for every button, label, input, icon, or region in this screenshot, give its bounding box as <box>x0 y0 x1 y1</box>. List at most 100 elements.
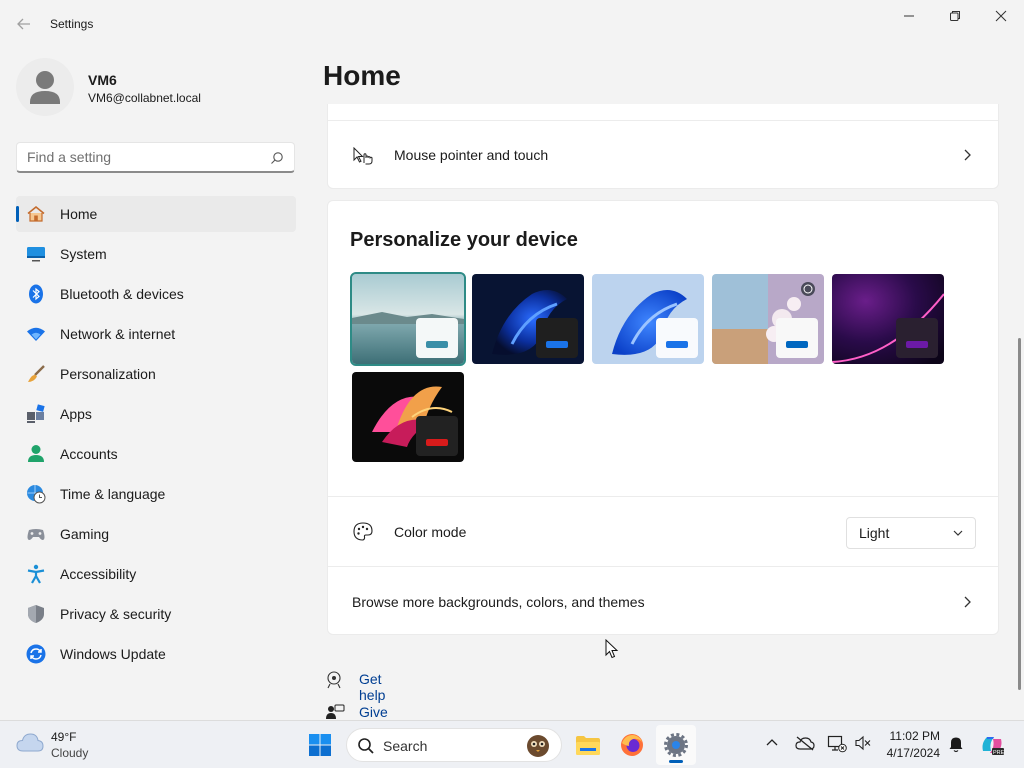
theme-window-preview <box>656 318 698 358</box>
brush-icon <box>28 365 45 382</box>
personalize-title: Personalize your device <box>350 229 578 251</box>
theme-thumbnail[interactable] <box>352 372 464 462</box>
get-help-label: Get help <box>359 671 386 703</box>
sidebar-item-privacy-security[interactable]: Privacy & security <box>16 596 296 632</box>
sidebar-item-label: Home <box>60 206 98 222</box>
theme-thumbnail[interactable] <box>712 274 824 364</box>
user-name: VM6 <box>88 72 117 88</box>
theme-accent-bar <box>906 341 928 348</box>
sidebar-item-bluetooth[interactable]: Bluetooth & devices <box>16 276 296 312</box>
search-input[interactable] <box>27 149 267 165</box>
chevron-up-icon <box>766 739 778 746</box>
sidebar-item-label: Network & internet <box>60 326 176 342</box>
sidebar-item-label: Accessibility <box>60 566 137 582</box>
sidebar-item-system[interactable]: System <box>16 236 296 272</box>
sidebar-item-personalization[interactable]: Personalization <box>16 356 296 392</box>
sidebar-item-label: Accounts <box>60 446 118 462</box>
color-mode-label: Color mode <box>394 524 467 540</box>
mouse-pointer-card: Mouse pointer and touch <box>327 104 999 189</box>
chevron-down-icon <box>953 530 963 536</box>
shield-icon <box>28 605 44 623</box>
search-icon <box>271 152 283 164</box>
sidebar-item-label: Gaming <box>60 526 110 542</box>
accessibility-icon <box>27 564 45 584</box>
show-hidden-icons-button[interactable] <box>764 735 780 754</box>
wifi-icon <box>27 327 45 341</box>
sidebar-item-apps[interactable]: Apps <box>16 396 296 432</box>
volume-status[interactable] <box>854 735 872 754</box>
mouse-pointer-touch-icon <box>353 147 373 165</box>
theme-thumbnail[interactable] <box>832 274 944 364</box>
taskbar-settings[interactable] <box>656 725 696 765</box>
start-button[interactable] <box>300 725 340 765</box>
title-bar: Settings <box>0 0 1024 48</box>
sidebar-item-gaming[interactable]: Gaming <box>16 516 296 552</box>
taskbar: 49°F Cloudy Search 11:02 PM 4/17/2024 PR… <box>0 720 1024 768</box>
update-icon <box>26 644 46 664</box>
network-status[interactable] <box>827 735 847 756</box>
taskbar-file-explorer[interactable] <box>568 725 608 765</box>
apps-icon <box>27 404 45 423</box>
browse-themes-label: Browse more backgrounds, colors, and the… <box>352 594 645 610</box>
close-button[interactable] <box>978 0 1024 32</box>
system-icon <box>27 247 45 262</box>
sidebar-item-label: Apps <box>60 406 92 422</box>
user-icon <box>30 71 60 104</box>
restore-icon <box>950 11 960 21</box>
minimize-button[interactable] <box>886 0 932 32</box>
page-title: Home <box>323 60 401 91</box>
sidebar-item-windows-update[interactable]: Windows Update <box>16 636 296 672</box>
bell-icon <box>949 737 963 753</box>
search-icon <box>358 738 374 754</box>
weather-temperature: 49°F <box>51 730 77 744</box>
mouse-pointer-label: Mouse pointer and touch <box>394 147 549 163</box>
taskbar-search-box[interactable]: Search <box>346 728 562 762</box>
chevron-right-icon <box>964 149 971 161</box>
scrollbar-thumb[interactable] <box>1018 338 1021 690</box>
theme-window-preview <box>776 318 818 358</box>
theme-window-preview <box>896 318 938 358</box>
mouse-pointer-row[interactable]: Mouse pointer and touch <box>328 121 998 189</box>
notifications-button[interactable] <box>948 735 964 756</box>
firefox-icon <box>621 734 643 756</box>
sidebar-item-accessibility[interactable]: Accessibility <box>16 556 296 592</box>
sidebar-item-network[interactable]: Network & internet <box>16 316 296 352</box>
avatar[interactable] <box>16 58 74 116</box>
clock[interactable]: 11:02 PM 4/17/2024 <box>880 721 944 768</box>
sidebar-item-accounts[interactable]: Accounts <box>16 436 296 472</box>
sidebar-item-label: Time & language <box>60 486 166 502</box>
theme-thumbnail[interactable] <box>472 274 584 364</box>
speaker-muted-icon <box>855 735 871 751</box>
mouse-cursor-icon <box>605 639 619 659</box>
personalize-card: Personalize your device Color mode Light… <box>327 200 999 635</box>
sidebar-item-label: Personalization <box>60 366 156 382</box>
sidebar-item-label: System <box>60 246 107 262</box>
theme-accent-bar <box>666 341 688 348</box>
app-title: Settings <box>50 17 94 31</box>
onedrive-status[interactable] <box>795 735 815 754</box>
bluetooth-icon <box>29 284 43 304</box>
copilot-icon: PRE <box>982 737 1005 756</box>
cloud-offline-icon <box>795 736 815 751</box>
restore-button[interactable] <box>932 0 978 32</box>
search-setting-box[interactable] <box>16 142 295 173</box>
theme-accent-bar <box>546 341 568 348</box>
user-email: VM6@collabnet.local <box>88 91 201 105</box>
copilot-button[interactable]: PRE <box>972 725 1012 765</box>
sidebar-nav: Home System Bluetooth & devices Network … <box>16 196 296 676</box>
theme-thumbnail[interactable] <box>592 274 704 364</box>
cloud-icon <box>16 733 44 752</box>
weather-description: Cloudy <box>51 746 89 760</box>
theme-thumbnail[interactable] <box>350 272 466 366</box>
sidebar-item-home[interactable]: Home <box>16 196 296 232</box>
taskbar-search-label: Search <box>383 738 428 754</box>
back-button[interactable] <box>12 12 36 36</box>
weather-widget[interactable]: 49°F Cloudy <box>0 721 110 768</box>
taskbar-firefox[interactable] <box>612 725 652 765</box>
copilot-pre-badge: PRE <box>993 750 1005 756</box>
home-icon <box>27 205 45 222</box>
color-mode-dropdown[interactable]: Light <box>846 517 976 549</box>
browse-themes-row[interactable]: Browse more backgrounds, colors, and the… <box>328 567 998 635</box>
sidebar-item-time-language[interactable]: Time & language <box>16 476 296 512</box>
theme-window-preview <box>416 318 458 358</box>
